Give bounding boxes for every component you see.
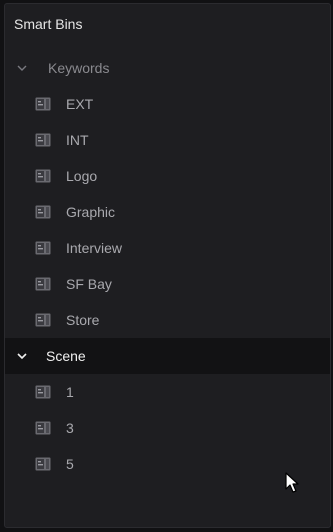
smart-bin-icon bbox=[35, 385, 51, 399]
smart-bin-icon bbox=[35, 133, 51, 147]
bin-item-int[interactable]: INT bbox=[5, 122, 330, 158]
chevron-down-icon[interactable] bbox=[15, 349, 29, 363]
bin-item-label: Interview bbox=[66, 240, 123, 256]
bin-item-label: Logo bbox=[66, 168, 98, 184]
bin-item-graphic[interactable]: Graphic bbox=[5, 194, 330, 230]
bin-item-label: 1 bbox=[66, 384, 74, 400]
bin-item-label: 5 bbox=[66, 456, 74, 472]
group-scene[interactable]: Scene bbox=[5, 338, 330, 374]
smart-bin-icon bbox=[35, 457, 51, 471]
bin-item-ext[interactable]: EXT bbox=[5, 86, 330, 122]
bin-item-label: INT bbox=[66, 132, 89, 148]
group-keywords-label: Keywords bbox=[48, 60, 110, 76]
chevron-down-icon[interactable] bbox=[15, 61, 29, 75]
smart-bin-icon bbox=[35, 169, 51, 183]
bin-item-logo[interactable]: Logo bbox=[5, 158, 330, 194]
bin-item-store[interactable]: Store bbox=[5, 302, 330, 338]
group-scene-label: Scene bbox=[46, 348, 86, 364]
bin-item-interview[interactable]: Interview bbox=[5, 230, 330, 266]
mouse-pointer-icon bbox=[285, 472, 299, 493]
bin-item-label: Graphic bbox=[66, 204, 116, 220]
bin-item-label: 3 bbox=[66, 420, 74, 436]
group-keywords[interactable]: Keywords bbox=[5, 50, 330, 86]
bin-item-scene-5[interactable]: 5 bbox=[5, 446, 330, 482]
smart-bins-panel: Smart Bins Keywords EXT INT Logo Graphic bbox=[4, 3, 331, 528]
smart-bin-icon bbox=[35, 205, 51, 219]
bin-item-label: Store bbox=[66, 312, 100, 328]
panel-title: Smart Bins bbox=[14, 16, 83, 32]
bin-item-sf-bay[interactable]: SF Bay bbox=[5, 266, 330, 302]
bin-item-scene-1[interactable]: 1 bbox=[5, 374, 330, 410]
smart-bin-icon bbox=[35, 421, 51, 435]
bin-item-label: EXT bbox=[66, 96, 94, 112]
smart-bin-icon bbox=[35, 313, 51, 327]
smart-bin-icon bbox=[35, 97, 51, 111]
smart-bin-icon bbox=[35, 277, 51, 291]
bin-item-label: SF Bay bbox=[66, 276, 112, 292]
bin-item-scene-3[interactable]: 3 bbox=[5, 410, 330, 446]
smart-bin-icon bbox=[35, 241, 51, 255]
